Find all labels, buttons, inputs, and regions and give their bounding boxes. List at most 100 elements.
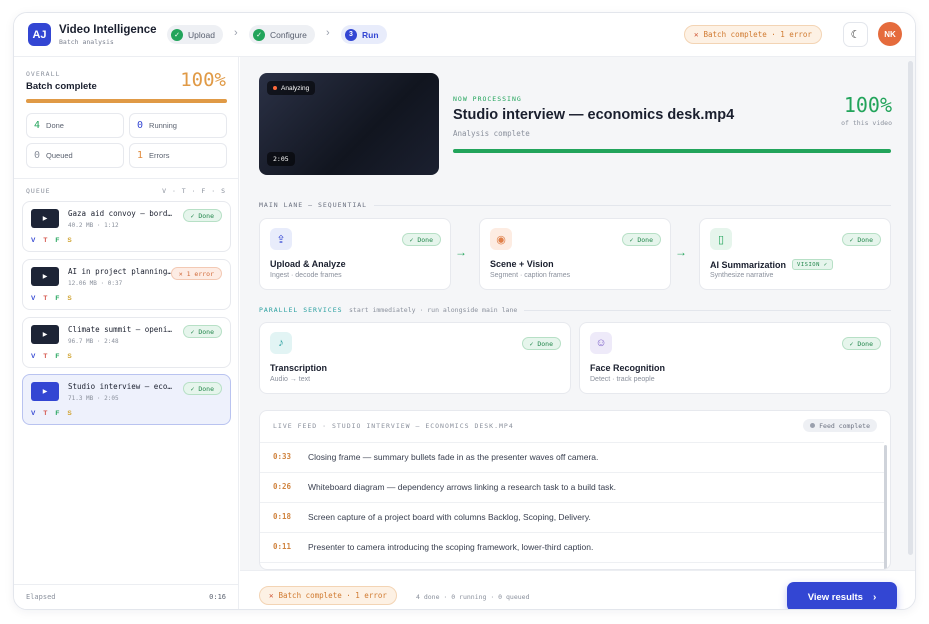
parallel-services-caption: start immediately · run alongside main l… [349,306,518,314]
user-avatar[interactable]: NK [878,22,902,46]
play-icon: ▶ [31,267,59,286]
step-label: Run [362,29,379,40]
vision-tag: VISION ✓ [792,259,833,270]
queue-legend: V · T · F · S [162,187,226,195]
feed-text: Presenter to camera introducing the scop… [308,542,594,552]
app-window: AJ Video Intelligence Batch analysis ✓ U… [13,12,916,610]
feed-row[interactable]: 0:18 Screen capture of a project board w… [260,502,884,532]
video-progress-bar [453,149,891,153]
analyzing-badge: Analyzing [267,81,316,95]
microphone-icon: ♪ [270,332,292,354]
chevron-right-icon: › [872,591,877,603]
app-title: Video Intelligence [59,24,157,36]
queue-item-meta: 40.2 MB · 1:12 [68,222,119,229]
parallel-services-label: PARALLEL SERVICES [259,306,343,314]
stat-errors: 1 Errors [129,143,227,168]
play-icon: ▶ [31,382,59,401]
service-tags: V T F S [31,353,72,360]
feed-timestamp: 0:26 [273,482,292,491]
action-footer: ✕ Batch complete · 1 error 4 done · 0 ru… [240,570,915,609]
queue-item-meta: 12.06 MB · 0:37 [68,280,123,287]
overall-percent: 100% [180,69,226,91]
close-icon: ✕ [269,591,274,600]
queue-item-name: Climate summit — opening remarks.mp4 [68,325,176,334]
batch-status-badge: ✕ Batch complete · 1 error [684,25,822,44]
main-scrollbar[interactable] [908,61,913,555]
feed-row[interactable]: 0:33 Closing frame — summary bullets fad… [260,442,884,472]
feed-timestamp: 0:33 [273,452,292,461]
now-processing-label: NOW PROCESSING [453,95,522,103]
moon-icon: ☾ [850,29,861,41]
feed-row[interactable]: 0:26 Whiteboard diagram — dependency arr… [260,472,884,502]
feed-timestamp: 0:18 [273,512,292,521]
elapsed-label: Elapsed [26,593,56,601]
feed-scrollbar[interactable] [884,445,887,569]
batch-status-badge: ✕ Batch complete · 1 error [259,586,397,605]
upload-cloud-icon: ⇪ [270,228,292,250]
service-title: Face Recognition [590,363,666,373]
theme-toggle-button[interactable]: ☾ [843,22,868,47]
status-badge: ✓ Done [841,233,881,246]
queue-item-name: Gaza aid convoy — border crossing.mp4 [68,209,176,218]
stage-card-upload[interactable]: ⇪ Upload & Analyze Ingest · decode frame… [259,218,451,290]
stage-title: Scene + Vision [490,259,554,269]
batch-summary: 4 done · 0 running · 0 queued [416,593,530,601]
queue-item-selected[interactable]: ▶ Studio interview — economics desk.mp4 … [22,374,231,425]
status-badge: ✓ Done [182,209,222,222]
feed-row [260,562,884,569]
stage-subtitle: Ingest · decode frames [270,272,342,279]
arrow-right-icon: → [455,245,467,259]
video-preview[interactable]: Analyzing 2:05 [259,73,439,175]
status-badge: ✓ Done [182,325,222,338]
view-results-button[interactable]: View results › [787,582,897,609]
overall-label: OVERALL [26,70,61,78]
feed-text: Closing frame — summary bullets fade in … [308,452,599,462]
queue-item[interactable]: ▶ AI in project planning.mp4 12.06 MB · … [22,259,231,310]
main-panel: Analyzing 2:05 NOW PROCESSING Studio int… [240,57,915,609]
queue-label: QUEUE [26,187,51,195]
feed-status-badge: Feed complete [803,419,877,432]
chevron-right-icon: › [234,27,238,39]
stage-subtitle: Segment · caption frames [490,272,571,279]
video-progress-fill [453,149,891,153]
divider [374,205,891,206]
stage-card-scene[interactable]: ◉ Scene + Vision Segment · caption frame… [479,218,671,290]
stage-title: Upload & Analyze [270,259,346,269]
document-icon: ▯ [710,228,732,250]
feed-timestamp: 0:11 [273,542,292,551]
batch-status-text: Batch complete · 1 error [703,30,812,39]
divider [14,584,239,585]
service-tags: V T F S [31,410,72,417]
recording-dot-icon [273,86,277,90]
service-card-transcription[interactable]: ♪ Transcription Audio → text ✓ Done [259,322,571,394]
top-header: AJ Video Intelligence Batch analysis ✓ U… [14,13,915,57]
arrow-right-icon: → [675,245,687,259]
step-label: Configure [270,29,307,40]
stage-card-summarization[interactable]: ▯ AI Summarization VISION ✓ Synthesize n… [699,218,891,290]
stat-queued: 0 Queued [26,143,124,168]
now-processing-title: Studio interview — economics desk.mp4 [453,107,735,123]
step-configure[interactable]: ✓ Configure [249,25,315,44]
feed-row[interactable]: 0:11 Presenter to camera introducing the… [260,532,884,562]
close-icon: ✕ [694,30,699,39]
queue-item-name: Studio interview — economics desk.mp4 [68,382,176,391]
service-card-face-recognition[interactable]: ☺ Face Recognition Detect · track people… [579,322,891,394]
play-icon: ▶ [31,325,59,344]
service-tags: V T F S [31,237,72,244]
step-label: Upload [188,29,215,40]
app-logo: AJ [28,23,51,46]
video-percent-caption: of this video [841,119,892,127]
step-upload[interactable]: ✓ Upload [167,25,223,44]
queue-item[interactable]: ▶ Climate summit — opening remarks.mp4 9… [22,317,231,368]
users-icon: ☺ [590,332,612,354]
main-lane-label: MAIN LANE — SEQUENTIAL [259,201,368,209]
divider [524,310,891,311]
step-run[interactable]: 3 Run [341,25,387,44]
queue-item[interactable]: ▶ Gaza aid convoy — border crossing.mp4 … [22,201,231,252]
now-processing-status: Analysis complete [453,129,530,138]
queue-item-name: AI in project planning.mp4 [68,267,176,276]
error-badge: ✕ 1 error [170,267,222,280]
eye-icon: ◉ [490,228,512,250]
stage-title: AI Summarization VISION ✓ [710,259,833,270]
status-badge: ✓ Done [182,382,222,395]
